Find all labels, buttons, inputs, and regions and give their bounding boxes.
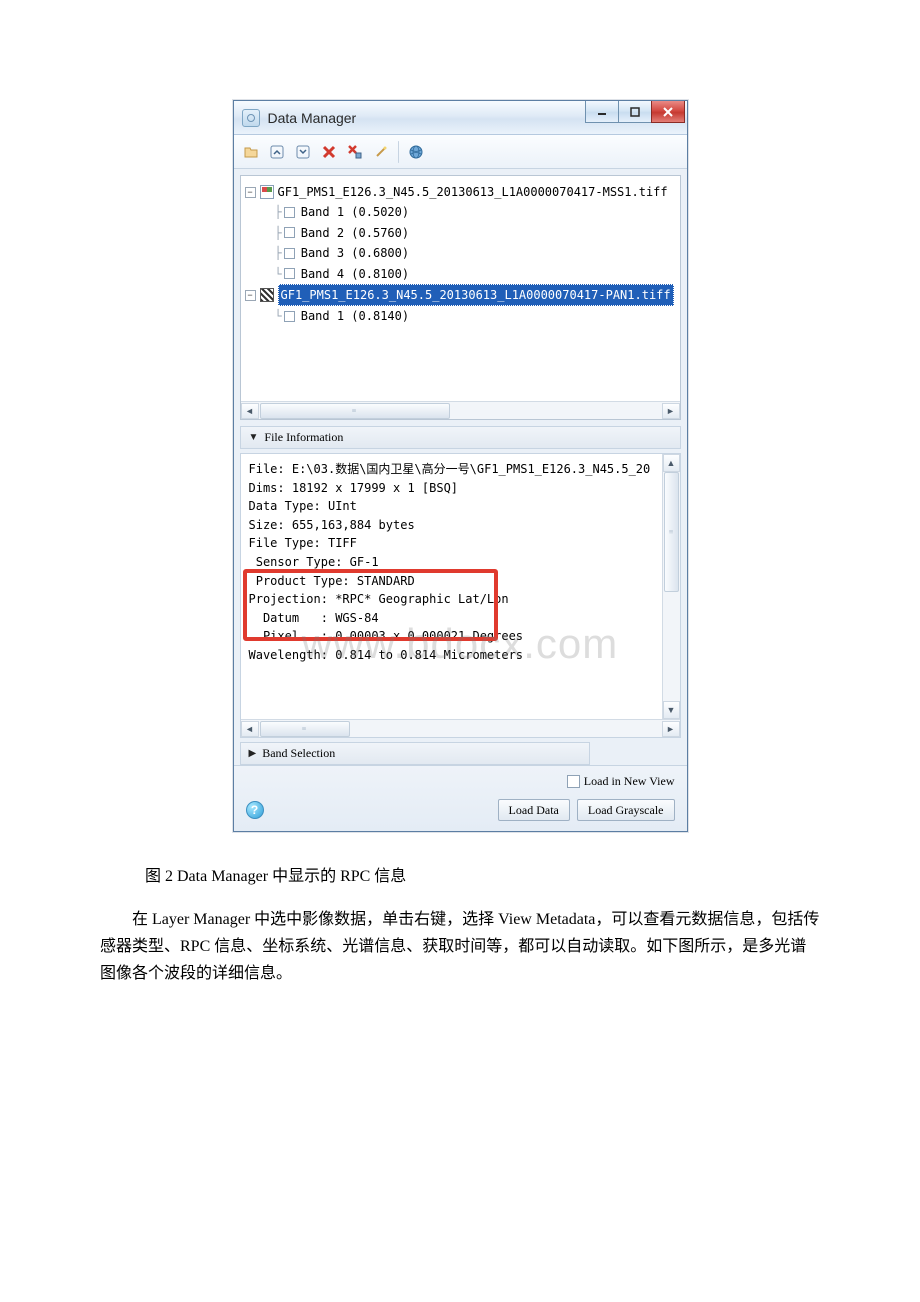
scroll-left-icon[interactable]: ◄: [241, 403, 259, 419]
settings-wand-icon[interactable]: [370, 141, 392, 163]
window-title: Data Manager: [268, 110, 357, 126]
minimize-button[interactable]: [585, 101, 619, 123]
band-label: Band 2 (0.5760): [301, 223, 409, 243]
triangle-down-icon: ▼: [249, 432, 259, 443]
close-button[interactable]: [651, 101, 685, 123]
tree-horizontal-scrollbar[interactable]: ◄ ≡ ►: [241, 401, 680, 419]
toolbar: [234, 135, 687, 169]
tree-band[interactable]: └Band 1 (0.8140): [245, 306, 676, 326]
band-label: Band 1 (0.8140): [301, 306, 409, 326]
tree-band[interactable]: ├Band 2 (0.5760): [245, 223, 676, 243]
scroll-thumb[interactable]: ≡: [260, 403, 450, 419]
remove-all-icon[interactable]: [344, 141, 366, 163]
file-information-header[interactable]: ▼ File Information: [240, 426, 681, 449]
file-information-panel: File: E:\03.数据\国内卫星\高分一号\GF1_PMS1_E126.3…: [240, 453, 681, 738]
file-information-text: File: E:\03.数据\国内卫星\高分一号\GF1_PMS1_E126.3…: [241, 454, 680, 671]
expander-minus-icon[interactable]: −: [245, 187, 256, 198]
info-vertical-scrollbar[interactable]: ▲ ▼: [662, 454, 680, 719]
scroll-thumb[interactable]: [664, 472, 679, 592]
scroll-up-icon[interactable]: ▲: [663, 454, 680, 472]
scroll-down-icon[interactable]: ▼: [663, 701, 680, 719]
tree-band[interactable]: └Band 4 (0.8100): [245, 264, 676, 284]
toolbar-separator: [398, 141, 399, 163]
tree-band[interactable]: ├Band 3 (0.6800): [245, 243, 676, 263]
band-checkbox[interactable]: [284, 248, 295, 259]
data-manager-window: Data Manager: [233, 100, 688, 832]
tree-file-label-selected: GF1_PMS1_E126.3_N45.5_20130613_L1A000007…: [278, 284, 674, 306]
band-checkbox[interactable]: [284, 311, 295, 322]
expander-minus-icon[interactable]: −: [245, 290, 256, 301]
band-label: Band 4 (0.8100): [301, 264, 409, 284]
scroll-right-icon[interactable]: ►: [662, 721, 680, 737]
tree-band[interactable]: ├Band 1 (0.5020): [245, 202, 676, 222]
expand-down-icon[interactable]: [292, 141, 314, 163]
maximize-button[interactable]: [618, 101, 652, 123]
open-file-icon[interactable]: [240, 141, 262, 163]
band-selection-header[interactable]: ▶ Band Selection: [240, 742, 590, 765]
load-data-button[interactable]: Load Data: [498, 799, 570, 821]
panchromatic-file-icon: [260, 288, 274, 302]
load-in-new-view-label: Load in New View: [584, 774, 675, 789]
scroll-thumb[interactable]: ≡: [260, 721, 350, 737]
load-grayscale-button[interactable]: Load Grayscale: [577, 799, 675, 821]
bottom-toolbar: Load in New View ? Load Data Load Graysc…: [234, 765, 687, 831]
scroll-right-icon[interactable]: ►: [662, 403, 680, 419]
scroll-left-icon[interactable]: ◄: [241, 721, 259, 737]
dataset-tree-panel: − GF1_PMS1_E126.3_N45.5_20130613_L1A0000…: [240, 175, 681, 420]
remove-x-icon[interactable]: [318, 141, 340, 163]
tree-file-mss1[interactable]: − GF1_PMS1_E126.3_N45.5_20130613_L1A0000…: [245, 182, 676, 202]
globe-icon[interactable]: [405, 141, 427, 163]
band-checkbox[interactable]: [284, 268, 295, 279]
load-in-new-view-checkbox[interactable]: [567, 775, 580, 788]
help-icon[interactable]: ?: [246, 801, 264, 819]
titlebar: Data Manager: [234, 101, 687, 135]
tree-file-label: GF1_PMS1_E126.3_N45.5_20130613_L1A000007…: [278, 182, 668, 202]
section-title: File Information: [264, 430, 343, 445]
info-horizontal-scrollbar[interactable]: ◄ ≡ ►: [241, 719, 680, 737]
band-label: Band 3 (0.6800): [301, 243, 409, 263]
figure-caption: 图 2 Data Manager 中显示的 RPC 信息: [145, 862, 860, 886]
collapse-up-icon[interactable]: [266, 141, 288, 163]
band-label: Band 1 (0.5020): [301, 202, 409, 222]
band-checkbox[interactable]: [284, 207, 295, 218]
triangle-right-icon: ▶: [249, 748, 257, 759]
body-paragraph: 在 Layer Manager 中选中影像数据，单击右键，选择 View Met…: [100, 906, 820, 988]
app-icon: [242, 109, 260, 127]
tree-file-pan1[interactable]: − GF1_PMS1_E126.3_N45.5_20130613_L1A0000…: [245, 284, 676, 306]
multispectral-file-icon: [260, 185, 274, 199]
window-controls: [586, 101, 685, 123]
section-title: Band Selection: [262, 746, 335, 761]
band-checkbox[interactable]: [284, 227, 295, 238]
